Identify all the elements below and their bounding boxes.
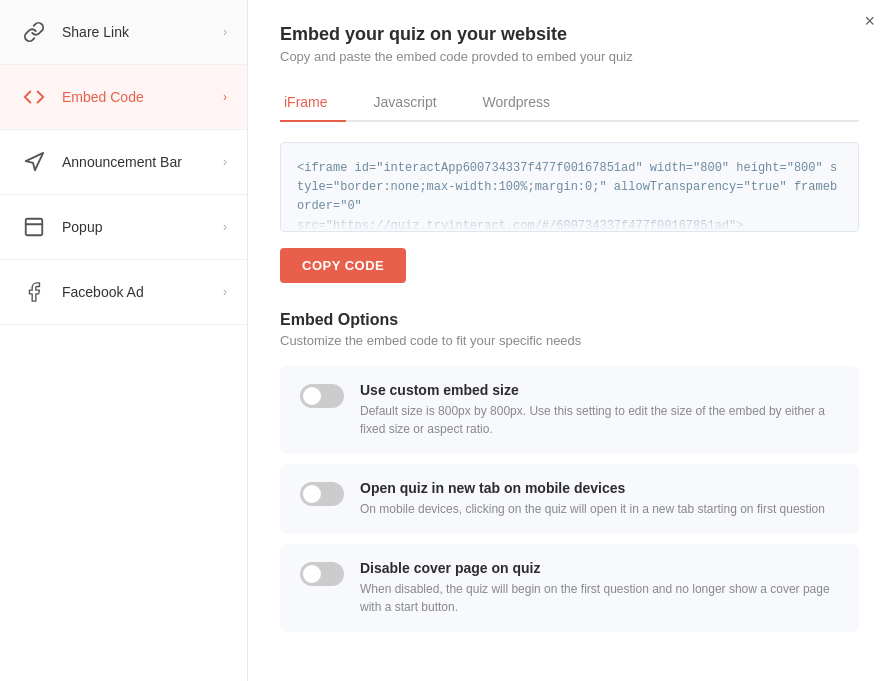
embed-options-title: Embed Options xyxy=(280,311,859,329)
toggle-cover-page-slider xyxy=(300,562,344,586)
toggle-new-tab[interactable] xyxy=(300,482,344,506)
copy-code-button[interactable]: COPY CODE xyxy=(280,248,406,283)
popup-icon xyxy=(20,213,48,241)
toggle-custom-size-slider xyxy=(300,384,344,408)
option-text-new-tab: Open quiz in new tab on mobile devices O… xyxy=(360,480,839,518)
option-label-cover-page: Disable cover page on quiz xyxy=(360,560,839,576)
tab-javascript[interactable]: Javascript xyxy=(370,84,455,122)
chevron-right-active-icon: › xyxy=(223,90,227,104)
close-button[interactable]: × xyxy=(864,12,875,30)
tabs-container: iFrame Javascript Wordpress xyxy=(280,84,859,122)
chevron-right-icon-2: › xyxy=(223,155,227,169)
option-desc-cover-page: When disabled, the quiz will begin on th… xyxy=(360,580,839,616)
page-subtitle: Copy and paste the embed code provded to… xyxy=(280,49,859,64)
sidebar-item-facebook-ad[interactable]: Facebook Ad › xyxy=(0,260,247,325)
option-label-custom-size: Use custom embed size xyxy=(360,382,839,398)
option-text-cover-page: Disable cover page on quiz When disabled… xyxy=(360,560,839,616)
svg-rect-0 xyxy=(26,219,43,236)
sidebar-item-embed-code[interactable]: Embed Code › xyxy=(0,65,247,130)
chevron-right-icon-4: › xyxy=(223,285,227,299)
sidebar-item-share-link-label: Share Link xyxy=(62,24,223,40)
tab-iframe[interactable]: iFrame xyxy=(280,84,346,122)
sidebar-item-announcement-bar-label: Announcement Bar xyxy=(62,154,223,170)
option-text-custom-size: Use custom embed size Default size is 80… xyxy=(360,382,839,438)
tab-wordpress[interactable]: Wordpress xyxy=(479,84,568,122)
chevron-right-icon-3: › xyxy=(223,220,227,234)
link-icon xyxy=(20,18,48,46)
code-icon xyxy=(20,83,48,111)
toggle-cover-page[interactable] xyxy=(300,562,344,586)
option-card-new-tab: Open quiz in new tab on mobile devices O… xyxy=(280,464,859,534)
sidebar-item-popup[interactable]: Popup › xyxy=(0,195,247,260)
sidebar-item-facebook-ad-label: Facebook Ad xyxy=(62,284,223,300)
option-card-cover-page: Disable cover page on quiz When disabled… xyxy=(280,544,859,632)
sidebar-item-share-link[interactable]: Share Link › xyxy=(0,0,247,65)
toggle-new-tab-slider xyxy=(300,482,344,506)
chevron-right-icon: › xyxy=(223,25,227,39)
option-desc-custom-size: Default size is 800px by 800px. Use this… xyxy=(360,402,839,438)
embed-code-block: <iframe id="interactApp600734337f477f001… xyxy=(280,142,859,232)
sidebar: Share Link › Embed Code › Announcement B… xyxy=(0,0,248,681)
megaphone-icon xyxy=(20,148,48,176)
page-title: Embed your quiz on your website xyxy=(280,24,859,45)
main-content: × Embed your quiz on your website Copy a… xyxy=(248,0,891,681)
option-card-custom-size: Use custom embed size Default size is 80… xyxy=(280,366,859,454)
option-desc-new-tab: On mobile devices, clicking on the quiz … xyxy=(360,500,839,518)
embed-options-subtitle: Customize the embed code to fit your spe… xyxy=(280,333,859,348)
sidebar-item-announcement-bar[interactable]: Announcement Bar › xyxy=(0,130,247,195)
option-label-new-tab: Open quiz in new tab on mobile devices xyxy=(360,480,839,496)
sidebar-item-embed-code-label: Embed Code xyxy=(62,89,223,105)
toggle-custom-size[interactable] xyxy=(300,384,344,408)
facebook-icon xyxy=(20,278,48,306)
sidebar-item-popup-label: Popup xyxy=(62,219,223,235)
